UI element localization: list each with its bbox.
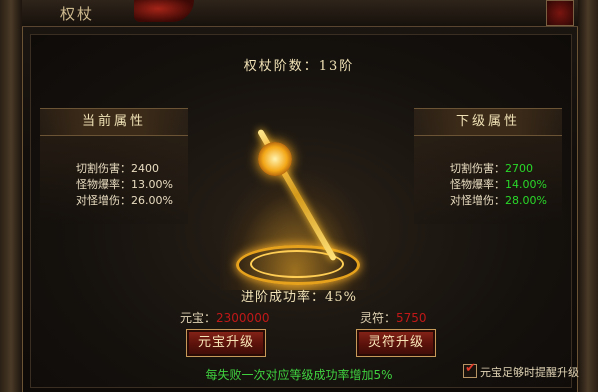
attr-label: 切割伤害：	[76, 162, 131, 175]
title-bar: 权杖	[22, 0, 578, 27]
next-attributes-panel: 下级属性 切割伤害：2700 怪物爆率：14.00% 对怪增伤：28.00%	[414, 108, 562, 224]
next-attributes-heading: 下级属性	[414, 108, 562, 136]
current-attr-row: 对怪增伤：26.00%	[76, 192, 173, 208]
current-attr-row: 切割伤害：2400	[76, 160, 159, 176]
ingot-cost: 元宝：2300000	[180, 309, 269, 326]
attr-value: 14.00%	[505, 178, 547, 191]
next-attr-row: 对怪增伤：28.00%	[450, 192, 547, 208]
upgrade-window: 权杖 权杖阶数：13阶 当前属性 切割伤害：2400 怪物爆率：13.00% 对…	[0, 0, 598, 392]
current-attr-row: 怪物爆率：13.00%	[76, 176, 173, 192]
next-attr-row: 怪物爆率：14.00%	[450, 176, 547, 192]
talisman-cost-label: 灵符：	[360, 311, 397, 325]
close-button[interactable]	[546, 0, 574, 26]
auto-remind-option[interactable]: ✔ 元宝足够时提醒升级	[463, 361, 579, 380]
attr-value: 2400	[131, 162, 159, 175]
attr-value: 2700	[505, 162, 533, 175]
attr-label: 切割伤害：	[450, 162, 505, 175]
attr-label: 怪物爆率：	[450, 178, 505, 191]
auto-remind-label: 元宝足够时提醒升级	[480, 366, 579, 379]
attr-value: 28.00%	[505, 194, 547, 207]
success-rate: 进阶成功率：45%	[241, 290, 357, 305]
attr-label: 对怪增伤：	[76, 194, 131, 207]
scepter-head-icon	[258, 142, 292, 176]
current-attributes-heading: 当前属性	[40, 108, 188, 136]
window-title: 权杖	[60, 5, 95, 23]
ingot-cost-value: 2300000	[216, 311, 270, 325]
next-attr-row: 切割伤害：2700	[450, 160, 533, 176]
attr-label: 怪物爆率：	[76, 178, 131, 191]
title-ornament	[134, 0, 194, 22]
talisman-upgrade-button[interactable]: 灵符升级	[356, 329, 436, 357]
current-attributes-panel: 当前属性 切割伤害：2400 怪物爆率：13.00% 对怪增伤：26.00%	[40, 108, 188, 224]
auto-remind-checkbox[interactable]: ✔	[463, 361, 477, 378]
ingot-upgrade-button[interactable]: 元宝升级	[186, 329, 266, 357]
attr-value: 13.00%	[131, 178, 173, 191]
scepter-display	[220, 128, 370, 290]
stage-level-title: 权杖阶数：13阶	[243, 59, 355, 74]
attr-label: 对怪增伤：	[450, 194, 505, 207]
ingot-cost-label: 元宝：	[180, 311, 217, 325]
attr-value: 26.00%	[131, 194, 173, 207]
checkmark-icon: ✔	[465, 361, 476, 376]
talisman-cost: 灵符：5750	[360, 309, 427, 326]
talisman-cost-value: 5750	[396, 311, 427, 325]
